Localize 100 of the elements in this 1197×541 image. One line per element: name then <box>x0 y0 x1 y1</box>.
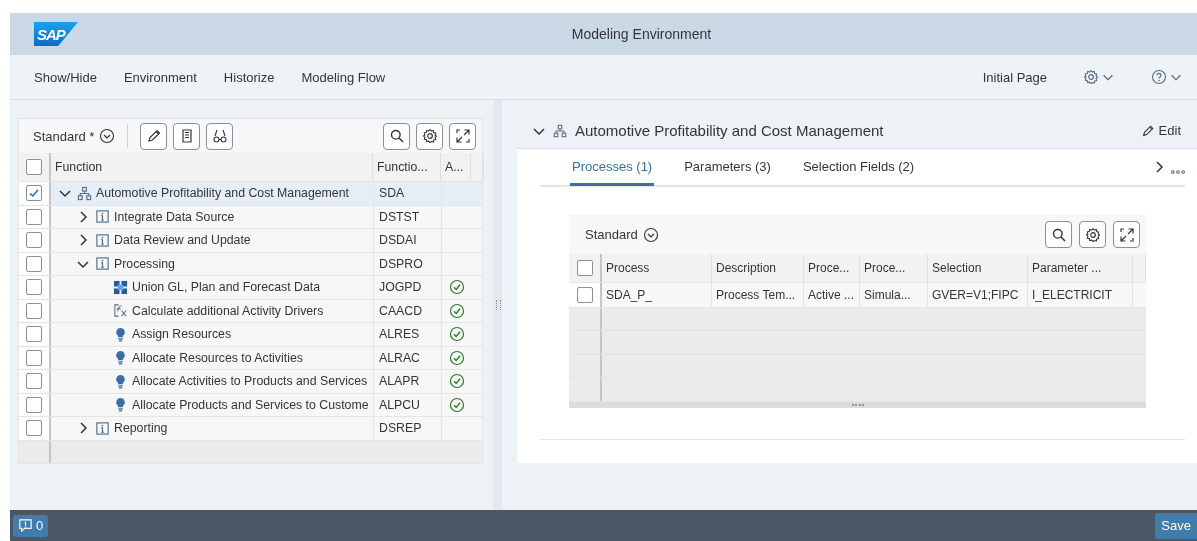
search-button[interactable] <box>1045 221 1072 248</box>
dropdown-circle-icon <box>99 128 116 144</box>
checkbox[interactable] <box>26 349 42 366</box>
splitter-handle[interactable] <box>494 100 502 510</box>
column-header[interactable]: Proce... <box>864 261 906 275</box>
variant-selector[interactable]: Standard * <box>33 128 116 144</box>
tab[interactable]: Selection Fields (2) <box>800 150 917 186</box>
checkbox[interactable] <box>26 159 42 175</box>
display-button[interactable] <box>206 122 234 150</box>
save-button[interactable]: Save <box>1155 512 1197 539</box>
document-button[interactable] <box>173 122 201 150</box>
checkbox[interactable] <box>26 279 42 296</box>
message-button[interactable]: 0 <box>13 514 49 537</box>
table-cell: Simula... <box>864 287 911 302</box>
tab[interactable]: Parameters (3) <box>682 150 773 186</box>
function-name: Allocate Resources to Activities <box>132 350 303 365</box>
hierarchy-icon <box>553 123 567 138</box>
function-code: ALRAC <box>379 350 420 365</box>
panel-title: Automotive Profitability and Cost Management <box>575 122 885 139</box>
table-cell: Process Tem... <box>716 287 796 302</box>
message-icon <box>18 518 33 533</box>
menu-item[interactable]: Historize <box>215 65 283 89</box>
function-code: ALAPR <box>379 374 420 389</box>
variant-selector[interactable]: Standard <box>585 226 659 243</box>
checkbox[interactable] <box>26 185 42 202</box>
app-title: Modeling Environment <box>571 26 712 42</box>
column-header[interactable]: Selection <box>932 261 982 275</box>
function-code: CAACD <box>379 303 423 318</box>
search-button[interactable] <box>383 122 410 150</box>
search-icon <box>388 128 405 144</box>
tree-row[interactable]: Assign Resources ALRES <box>19 323 482 347</box>
function-name: Automotive Profitability and Cost Management <box>96 186 349 201</box>
tree-row[interactable]: Reporting DSREP <box>19 417 482 441</box>
settings-button[interactable] <box>416 122 443 150</box>
lightbulb-icon <box>113 350 128 366</box>
function-code: DSREP <box>379 421 422 436</box>
tree-row[interactable]: Data Review and Update DSDAI <box>19 229 482 253</box>
function-code: DSTST <box>379 209 420 224</box>
tree-row[interactable]: Allocate Products and Services to Custome ALPCU <box>19 393 482 417</box>
column-header[interactable]: Functio... <box>377 160 428 174</box>
function-name: Integrate Data Source <box>114 209 235 224</box>
tree-row[interactable]: Allocate Activities to Products and Services ALAPR <box>19 370 482 394</box>
checkbox[interactable] <box>26 302 42 319</box>
settings-icon <box>1084 226 1101 243</box>
tree-row[interactable]: Calculate additional Activity Drivers CAACD <box>19 299 482 323</box>
tree-row[interactable]: Processing DSPRO <box>19 252 482 276</box>
function-name: Processing <box>114 256 175 271</box>
menu-item[interactable]: Show/Hide <box>26 65 105 89</box>
function-name: Calculate additional Activity Drivers <box>132 303 324 318</box>
table-cell: GVER=V1;FIPC <box>932 287 1019 302</box>
grid-icon <box>113 279 128 295</box>
table-cell: SDA_P_ <box>606 287 653 302</box>
function-code: SDA <box>379 186 405 201</box>
function-code: JOGPD <box>379 280 422 295</box>
checkbox[interactable] <box>26 396 42 413</box>
menu-item[interactable]: Environment <box>115 65 205 89</box>
column-header[interactable]: Proce... <box>808 261 850 275</box>
checkbox[interactable] <box>26 255 42 272</box>
checkbox[interactable] <box>26 373 42 390</box>
table-cell: Active ... <box>808 287 854 302</box>
tree-row[interactable]: Union GL, Plan and Forecast Data JOGPD <box>19 276 482 300</box>
fullscreen-button[interactable] <box>449 122 476 150</box>
lightbulb-icon <box>113 373 128 389</box>
pencil-icon <box>145 128 162 144</box>
tree-row[interactable]: Allocate Resources to Activities ALRAC <box>19 346 482 370</box>
fullscreen-button[interactable] <box>1113 221 1140 248</box>
table-row[interactable]: SDA_P_ Process Tem... Active ... Simula... GVER=V1;FIPC I_ELECTRICIT <box>569 283 1146 308</box>
info-icon <box>95 420 110 436</box>
column-header[interactable]: Function <box>55 160 103 174</box>
column-header[interactable]: A... <box>445 160 464 174</box>
hierarchy-icon <box>77 185 92 201</box>
checkbox[interactable] <box>26 208 42 225</box>
column-header[interactable]: Parameter ... <box>1032 261 1102 275</box>
function-code: ALPCU <box>379 397 420 412</box>
checkbox[interactable] <box>26 232 42 249</box>
column-header[interactable]: Description <box>716 261 777 275</box>
function-name: Allocate Activities to Products and Services <box>132 374 368 389</box>
tab[interactable]: Processes (1) <box>570 150 655 186</box>
sap-logo: SAP <box>34 22 78 46</box>
info-icon <box>95 232 110 248</box>
settings-button[interactable] <box>1079 221 1106 248</box>
tree-row[interactable]: Automotive Profitability and Cost Management SDA <box>19 182 482 206</box>
initial-page-link[interactable]: Initial Page <box>974 65 1055 89</box>
edit-button[interactable]: Edit <box>1134 122 1187 139</box>
table-cell: I_ELECTRICIT <box>1032 287 1112 302</box>
resize-handle[interactable] <box>569 401 1146 408</box>
edit-button[interactable] <box>140 122 168 150</box>
checkbox[interactable] <box>26 420 42 437</box>
checkbox[interactable] <box>26 326 42 343</box>
column-header[interactable]: Process <box>606 261 650 275</box>
expand-icon <box>1118 226 1135 243</box>
help-icon <box>1151 69 1167 85</box>
function-name: Allocate Products and Services to Custome <box>132 397 369 412</box>
info-icon <box>95 256 110 272</box>
menu-item[interactable]: Modeling Flow <box>293 65 394 89</box>
lightbulb-icon <box>113 397 128 413</box>
function-name: Reporting <box>114 421 168 436</box>
checkbox[interactable] <box>576 286 593 303</box>
checkbox[interactable] <box>576 260 593 276</box>
tree-row[interactable]: Integrate Data Source DSTST <box>19 205 482 229</box>
